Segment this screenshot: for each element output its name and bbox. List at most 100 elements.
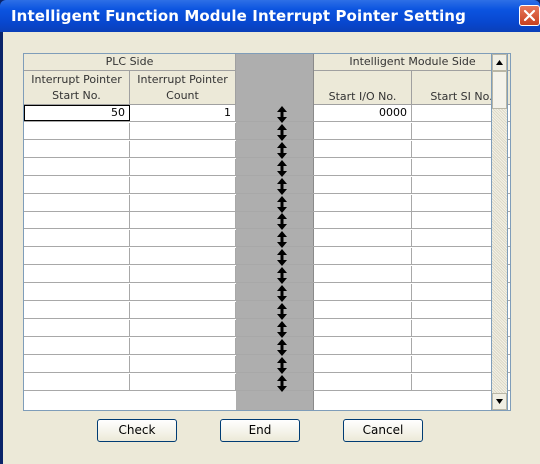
cell-start-io[interactable] xyxy=(314,158,412,175)
cancel-button[interactable]: Cancel xyxy=(343,419,423,442)
cell-start-no[interactable] xyxy=(24,301,130,318)
bidirectional-arrow-icon xyxy=(277,141,287,159)
scroll-thumb[interactable] xyxy=(492,71,507,109)
cell-start-io[interactable] xyxy=(314,373,412,390)
cell-start-io[interactable] xyxy=(314,266,412,283)
table-row xyxy=(24,212,510,230)
table-row xyxy=(24,230,510,248)
bidirectional-arrow-icon xyxy=(277,267,287,285)
cell-start-no[interactable] xyxy=(24,337,130,354)
cell-count[interactable]: 1 xyxy=(130,105,236,121)
scroll-up-icon xyxy=(496,60,503,65)
cell-start-io[interactable] xyxy=(314,284,412,300)
bidirectional-arrow-icon xyxy=(277,213,287,231)
close-button[interactable] xyxy=(519,5,540,26)
cell-start-no[interactable] xyxy=(24,319,130,336)
scroll-down-icon xyxy=(496,399,503,404)
cell-start-io[interactable] xyxy=(314,194,412,211)
cell-start-io[interactable]: 0000 xyxy=(314,105,412,121)
header-plc-side: PLC Side xyxy=(24,54,236,71)
header-intelligent-side: Intelligent Module Side xyxy=(314,54,510,71)
cell-count[interactable] xyxy=(130,158,236,175)
table-row xyxy=(24,122,510,140)
cell-count[interactable] xyxy=(130,230,236,247)
cell-start-io[interactable] xyxy=(314,230,412,247)
vertical-scrollbar[interactable] xyxy=(491,53,508,411)
cell-start-no[interactable]: 50 xyxy=(24,105,130,121)
cell-count[interactable] xyxy=(130,176,236,193)
cell-start-io[interactable] xyxy=(314,248,412,265)
cell-start-io[interactable] xyxy=(314,176,412,193)
count-line2: Count xyxy=(166,89,199,102)
cell-start-no[interactable] xyxy=(24,212,130,229)
start-si-label: Start SI No. xyxy=(430,90,493,103)
cell-start-io[interactable] xyxy=(314,301,412,318)
scroll-down-button[interactable] xyxy=(492,393,507,410)
cell-count[interactable] xyxy=(130,248,236,265)
cell-count[interactable] xyxy=(130,319,236,336)
table-row xyxy=(24,319,510,337)
cell-count[interactable] xyxy=(130,373,236,390)
cell-count[interactable] xyxy=(130,122,236,139)
table-row xyxy=(24,194,510,212)
cell-count[interactable] xyxy=(130,355,236,372)
table-row xyxy=(24,301,510,319)
cell-start-no[interactable] xyxy=(24,355,130,372)
cell-count[interactable] xyxy=(130,212,236,229)
cell-start-no[interactable] xyxy=(24,194,130,211)
cell-start-no[interactable] xyxy=(24,266,130,283)
cell-start-io[interactable] xyxy=(314,212,412,229)
cell-start-io[interactable] xyxy=(314,319,412,336)
title-bar[interactable]: Intelligent Function Module Interrupt Po… xyxy=(0,0,540,32)
table-row xyxy=(24,158,510,176)
cell-count[interactable] xyxy=(130,284,236,300)
bidirectional-arrow-icon xyxy=(277,106,287,123)
cell-start-io[interactable] xyxy=(314,337,412,354)
cell-count[interactable] xyxy=(130,301,236,318)
cell-start-no[interactable] xyxy=(24,373,130,390)
bidirectional-arrow-icon xyxy=(277,159,287,177)
table-row xyxy=(24,337,510,355)
window-title: Intelligent Function Module Interrupt Po… xyxy=(11,7,466,25)
cell-count[interactable] xyxy=(130,266,236,283)
table-row xyxy=(24,266,510,284)
interrupt-pointer-grid[interactable]: PLC Side Intelligent Module Side Interru… xyxy=(23,53,511,411)
bidirectional-arrow-icon xyxy=(277,177,287,195)
bidirectional-arrow-icon xyxy=(277,320,287,338)
cell-start-no[interactable] xyxy=(24,230,130,247)
cell-count[interactable] xyxy=(130,337,236,354)
cell-start-no[interactable] xyxy=(24,176,130,193)
header-start-no: Interrupt Pointer Start No. xyxy=(24,71,130,105)
bidirectional-arrow-icon xyxy=(277,338,287,356)
cell-start-no[interactable] xyxy=(24,122,130,139)
scroll-up-button[interactable] xyxy=(492,54,507,71)
end-button[interactable]: End xyxy=(220,419,300,442)
header-start-io: Start I/O No. xyxy=(314,71,412,105)
cell-start-no[interactable] xyxy=(24,284,130,300)
table-row xyxy=(24,355,510,373)
start-io-label: Start I/O No. xyxy=(328,90,397,103)
bidirectional-arrow-icon xyxy=(277,285,287,302)
cell-start-no[interactable] xyxy=(24,140,130,157)
table-row xyxy=(24,248,510,266)
check-button[interactable]: Check xyxy=(97,419,177,442)
cell-start-io[interactable] xyxy=(314,140,412,157)
table-row xyxy=(24,140,510,158)
table-row xyxy=(24,284,510,301)
cell-start-no[interactable] xyxy=(24,248,130,265)
cell-count[interactable] xyxy=(130,140,236,157)
cell-start-io[interactable] xyxy=(314,122,412,139)
bidirectional-arrow-icon xyxy=(277,302,287,320)
table-row xyxy=(24,373,510,391)
cell-start-no[interactable] xyxy=(24,158,130,175)
intelligent-side-label: Intelligent Module Side xyxy=(349,55,476,68)
cell-start-io[interactable] xyxy=(314,355,412,372)
dialog-client-area: PLC Side Intelligent Module Side Interru… xyxy=(3,32,540,464)
cell-count[interactable] xyxy=(130,194,236,211)
bidirectional-arrow-icon xyxy=(277,123,287,141)
header-count: Interrupt Pointer Count xyxy=(130,71,236,105)
table-row: 50100000 xyxy=(24,105,510,122)
plc-side-label: PLC Side xyxy=(105,55,154,68)
close-icon xyxy=(523,9,536,22)
bidirectional-arrow-icon xyxy=(277,249,287,267)
